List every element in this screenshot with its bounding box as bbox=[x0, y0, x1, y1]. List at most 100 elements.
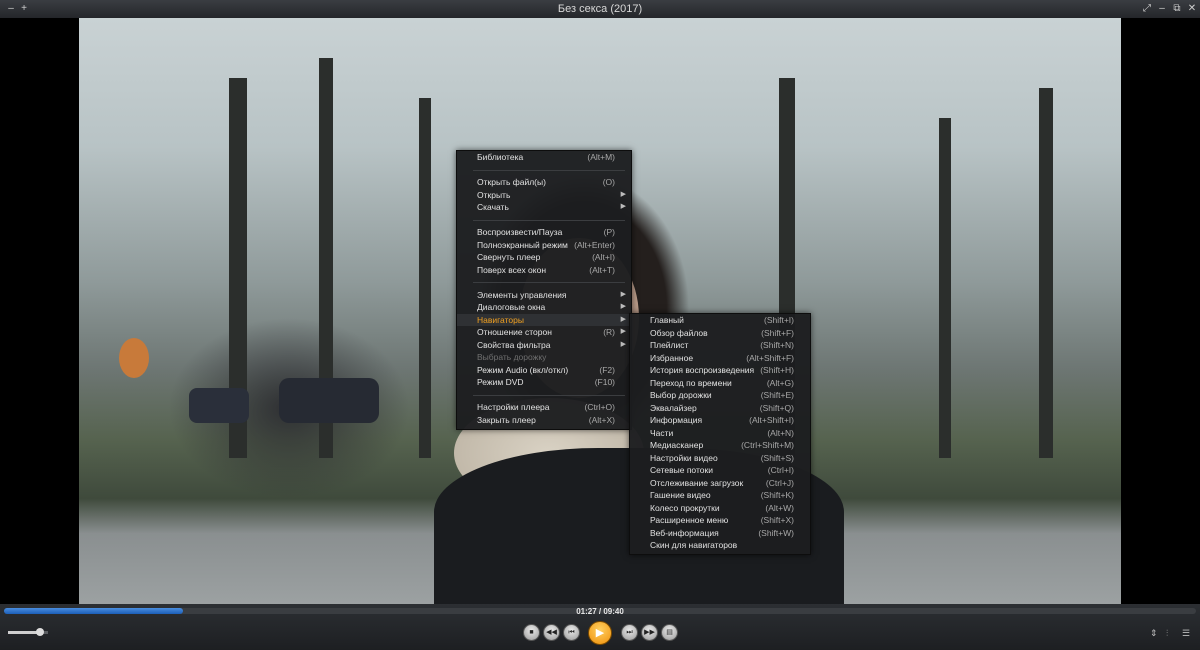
submenu-arrow-icon: ▶ bbox=[620, 290, 626, 298]
menu-item[interactable]: Отношение сторон (R) ▶ bbox=[457, 326, 631, 339]
menu-item-shortcut: (Shift+Q) bbox=[759, 402, 794, 413]
menu-item[interactable]: Настройки видео (Shift+S) bbox=[630, 452, 810, 465]
menu-item-label: Переход по времени bbox=[650, 377, 732, 388]
menu-item[interactable]: Элементы управления ▶ bbox=[457, 289, 631, 302]
submenu-arrow-icon: ▶ bbox=[620, 203, 626, 210]
time-display: 01:27 / 09:40 bbox=[576, 607, 624, 616]
menu-item[interactable]: Диалоговые окна ▶ bbox=[457, 301, 631, 314]
window-title: Без секса (2017) bbox=[557, 3, 643, 15]
menu-separator bbox=[457, 276, 631, 289]
menu-item-label: Выбрать дорожку bbox=[477, 352, 547, 362]
menu-item-label: Информация bbox=[650, 415, 703, 425]
menu-item-label: Элементы управления bbox=[477, 289, 567, 300]
menu-item[interactable]: Колесо прокрутки (Alt+W) bbox=[630, 502, 810, 515]
fullscreen-icon[interactable]: ⤢ bbox=[1140, 2, 1154, 16]
menu-item[interactable]: Информация (Alt+Shift+I) bbox=[630, 414, 810, 427]
menu-item-shortcut: (Alt+G) bbox=[766, 377, 794, 388]
menu-item[interactable]: Режим DVD (F10) bbox=[457, 376, 631, 389]
menu-item[interactable]: Скин для навигаторов bbox=[630, 539, 810, 552]
menu-item-shortcut: (P) bbox=[603, 227, 615, 237]
menu-item-label: Навигаторы bbox=[477, 314, 524, 325]
menu-item[interactable]: Библиотека (Alt+M) bbox=[457, 151, 631, 164]
menu-item-shortcut: (Alt+Shift+F) bbox=[746, 352, 794, 363]
menu-item-label: Режим DVD bbox=[477, 377, 524, 387]
menu-item[interactable]: Избранное (Alt+Shift+F) bbox=[630, 352, 810, 365]
playlist-icon[interactable]: ☰ bbox=[1182, 628, 1190, 639]
menu-item-label: Медиасканер bbox=[650, 440, 704, 450]
menu-item[interactable]: Медиасканер (Ctrl+Shift+M) bbox=[630, 439, 810, 452]
control-bar: 01:27 / 09:40 ■ ◀◀ ⏮ ▶ ⏭ ▶▶ ▤ ⇕ ⫶ ☰ bbox=[0, 604, 1200, 650]
menu-item[interactable]: Эквалайзер (Shift+Q) bbox=[630, 402, 810, 415]
menu-item-label: Части bbox=[650, 427, 674, 438]
menu-item-label: Свернуть плеер bbox=[477, 252, 541, 262]
menu-item-label: История воспроизведения bbox=[650, 365, 755, 375]
menu-item[interactable]: Обзор файлов (Shift+F) bbox=[630, 327, 810, 340]
menu-item[interactable]: Свойства фильтра ▶ bbox=[457, 339, 631, 352]
minimize-icon[interactable]: – bbox=[1155, 2, 1169, 16]
menu-item-shortcut: (Alt+Enter) bbox=[574, 239, 615, 250]
menu-item-shortcut: (Shift+X) bbox=[760, 515, 794, 525]
submenu-arrow-icon: ▶ bbox=[620, 340, 626, 348]
play-button[interactable]: ▶ bbox=[588, 621, 612, 645]
menu-item[interactable]: Закрыть плеер (Alt+X) bbox=[457, 414, 631, 427]
next-button[interactable]: ⏭ bbox=[621, 624, 638, 641]
menu-item[interactable]: Плейлист (Shift+N) bbox=[630, 339, 810, 352]
prev-button[interactable]: ⏮ bbox=[563, 624, 580, 641]
menu-item[interactable]: Веб-информация (Shift+W) bbox=[630, 527, 810, 540]
menu-item[interactable]: Открыть ▶ bbox=[457, 189, 631, 202]
menu-item-shortcut: (Alt+T) bbox=[589, 264, 615, 275]
context-menu: Библиотека (Alt+M) Открыть файл(ы) (O) Откры… bbox=[456, 150, 632, 430]
submenu-arrow-icon: ▶ bbox=[620, 190, 626, 198]
menu-item-shortcut: (Alt+W) bbox=[765, 502, 794, 513]
menu-item-shortcut: (Alt+Shift+I) bbox=[749, 415, 794, 425]
menu-item-label: Гашение видео bbox=[650, 490, 711, 500]
menu-item[interactable]: Части (Alt+N) bbox=[630, 427, 810, 440]
menu-item-shortcut: (Ctrl+I) bbox=[767, 465, 794, 475]
menu-item-shortcut: (Ctrl+J) bbox=[765, 477, 794, 488]
restore-icon[interactable]: ⧉ bbox=[1170, 2, 1184, 16]
menu-item[interactable]: Настройки плеера (Ctrl+O) bbox=[457, 401, 631, 414]
menu-item-label: Открыть файл(ы) bbox=[477, 177, 546, 187]
menu-item[interactable]: Открыть файл(ы) (O) bbox=[457, 176, 631, 189]
forward-button[interactable]: ▶▶ bbox=[641, 624, 658, 641]
menu-item[interactable]: Расширенное меню (Shift+X) bbox=[630, 514, 810, 527]
menu-item-label: Полноэкранный режим bbox=[477, 239, 568, 250]
menu-item[interactable]: Полноэкранный режим (Alt+Enter) bbox=[457, 239, 631, 252]
rewind-button[interactable]: ◀◀ bbox=[543, 624, 560, 641]
menu-item[interactable]: Скачать ▶ bbox=[457, 201, 631, 214]
menu-item[interactable]: Навигаторы ▶ bbox=[457, 313, 631, 326]
volume-slider[interactable] bbox=[8, 628, 48, 636]
menu-item-label: Обзор файлов bbox=[650, 327, 708, 338]
menu-item-label: Открыть bbox=[477, 189, 511, 200]
menu-item[interactable]: Воспроизвести/Пауза (P) bbox=[457, 226, 631, 239]
menu-item-shortcut: (Shift+K) bbox=[760, 490, 794, 500]
menu-item-label: Библиотека bbox=[477, 152, 524, 162]
menu-item[interactable]: Выбор дорожки (Shift+E) bbox=[630, 389, 810, 402]
equalizer-icon[interactable]: ⫶ bbox=[1166, 628, 1168, 639]
menu-item[interactable]: Режим Audio (вкл/откл) (F2) bbox=[457, 364, 631, 377]
menu-item[interactable]: Переход по времени (Alt+G) bbox=[630, 377, 810, 390]
menu-item[interactable]: Гашение видео (Shift+K) bbox=[630, 489, 810, 502]
menu-item[interactable]: Отслеживание загрузок (Ctrl+J) bbox=[630, 477, 810, 490]
open-button[interactable]: ▤ bbox=[661, 624, 678, 641]
menu-item[interactable]: История воспроизведения (Shift+H) bbox=[630, 364, 810, 377]
menu-item-label: Отношение сторон bbox=[477, 327, 552, 337]
stop-button[interactable]: ■ bbox=[523, 624, 540, 641]
menu-item-label: Диалоговые окна bbox=[477, 302, 546, 312]
menu-item-shortcut: (Alt+N) bbox=[767, 427, 794, 438]
menu-item-label: Режим Audio (вкл/откл) bbox=[477, 364, 569, 375]
close-icon[interactable]: ✕ bbox=[1185, 2, 1199, 16]
menu-item-shortcut: (F10) bbox=[594, 377, 615, 387]
menu-item-shortcut: (Shift+E) bbox=[760, 390, 794, 400]
volume-knob[interactable] bbox=[36, 628, 44, 636]
menu-item[interactable]: Поверх всех окон (Alt+T) bbox=[457, 264, 631, 277]
submenu-arrow-icon: ▶ bbox=[620, 315, 626, 323]
menu-item[interactable]: Главный (Shift+I) bbox=[630, 314, 810, 327]
menu-item[interactable]: Сетевые потоки (Ctrl+I) bbox=[630, 464, 810, 477]
menu-separator bbox=[457, 389, 631, 402]
aspect-icon[interactable]: ⇕ bbox=[1150, 628, 1158, 639]
menu-item[interactable]: Свернуть плеер (Alt+I) bbox=[457, 251, 631, 264]
title-bar: – + Без секса (2017) ⤢ – ⧉ ✕ bbox=[0, 0, 1200, 19]
submenu-arrow-icon: ▶ bbox=[620, 328, 626, 335]
menu-item-shortcut: (O) bbox=[602, 177, 615, 187]
